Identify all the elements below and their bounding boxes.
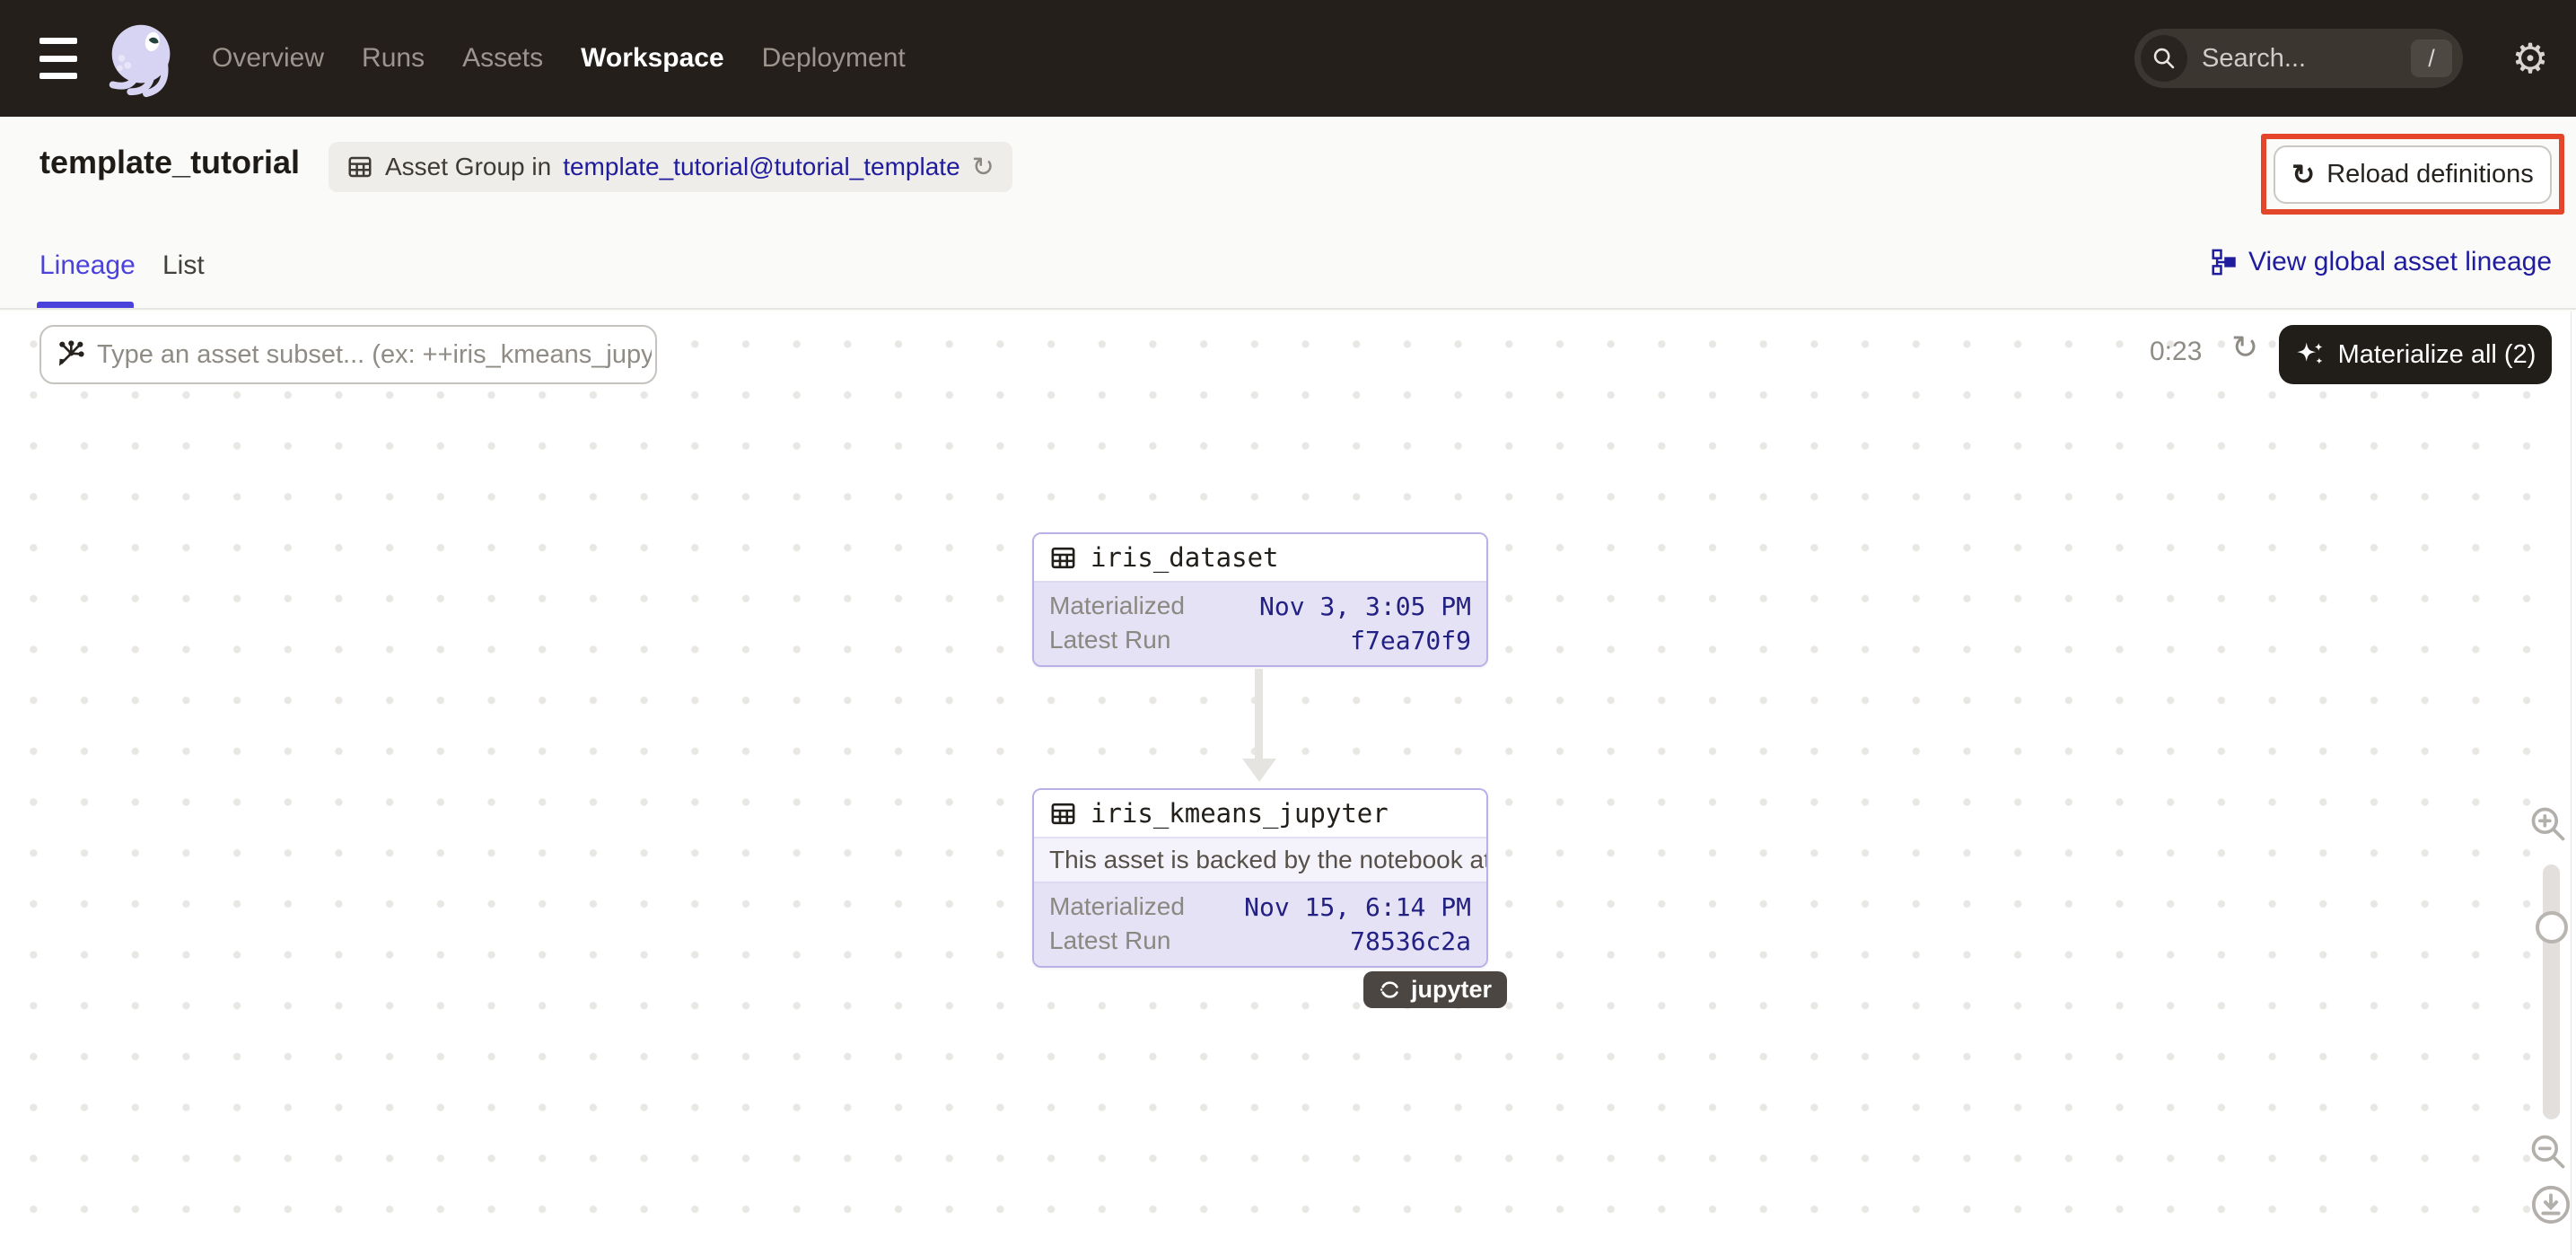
- tab-list[interactable]: List: [162, 250, 205, 281]
- nav-runs[interactable]: Runs: [362, 43, 425, 74]
- materialized-row: Materialized Nov 15, 6:14 PM: [1049, 890, 1471, 924]
- menu-icon[interactable]: [39, 38, 77, 79]
- search-icon: [2141, 35, 2187, 82]
- lineage-edge-arrowhead: [1242, 759, 1276, 782]
- asset-group-link[interactable]: template_tutorial@tutorial_template: [563, 153, 959, 181]
- tab-bar: Lineage List View global asset lineage: [0, 220, 2576, 310]
- zoom-slider-track[interactable]: [2543, 864, 2560, 1119]
- run-id-link[interactable]: f7ea70f9: [1350, 626, 1471, 655]
- view-global-asset-lineage-link[interactable]: View global asset lineage: [2210, 247, 2552, 277]
- search-input[interactable]: /: [2134, 29, 2463, 88]
- jupyter-icon: [1379, 979, 1401, 1001]
- dagster-logo-icon[interactable]: [99, 14, 187, 102]
- primary-nav: Overview Runs Assets Workspace Deploymen…: [212, 0, 906, 117]
- settings-gear-icon[interactable]: ⚙: [2508, 36, 2553, 81]
- scrollbar-track[interactable]: [2571, 312, 2576, 1255]
- search-field[interactable]: [2187, 44, 2411, 74]
- materialize-all-button[interactable]: Materialize all (2): [2279, 325, 2552, 384]
- materialized-timestamp[interactable]: Nov 3, 3:05 PM: [1259, 592, 1471, 621]
- sparkle-icon: [2295, 339, 2326, 370]
- asset-name: iris_kmeans_jupyter: [1091, 798, 1389, 829]
- page-title: template_tutorial: [39, 144, 300, 181]
- asset-group-icon: [346, 154, 373, 180]
- badge-reload-icon[interactable]: ↻: [972, 152, 994, 183]
- reload-icon: ↻: [2291, 161, 2315, 189]
- search-shortcut-badge: /: [2411, 39, 2452, 77]
- asset-description: This asset is backed by the notebook at …: [1034, 837, 1486, 882]
- nav-overview[interactable]: Overview: [212, 43, 324, 74]
- asset-group-badge: Asset Group in template_tutorial@tutoria…: [329, 142, 1012, 192]
- nav-assets[interactable]: Assets: [462, 43, 543, 74]
- zoom-in-icon[interactable]: [2528, 804, 2568, 844]
- zoom-out-icon[interactable]: [2528, 1132, 2568, 1172]
- table-icon: [1049, 800, 1077, 828]
- compute-kind-tag-jupyter[interactable]: jupyter: [1363, 971, 1507, 1008]
- latest-run-row: Latest Run 78536c2a: [1049, 924, 1471, 958]
- asset-subset-filter[interactable]: [39, 325, 657, 384]
- tab-lineage[interactable]: Lineage: [39, 250, 136, 281]
- refresh-timer: 0:23: [2150, 337, 2212, 367]
- op-selector-icon: [56, 340, 84, 369]
- asset-name: iris_dataset: [1091, 542, 1279, 573]
- table-icon: [1049, 544, 1077, 572]
- lineage-canvas[interactable]: 0:23 ↻ Materialize all (2) iris_dataset: [0, 312, 2572, 1255]
- materialized-row: Materialized Nov 3, 3:05 PM: [1049, 589, 1471, 623]
- download-image-icon[interactable]: [2530, 1184, 2572, 1225]
- asset-node-iris-kmeans-jupyter[interactable]: iris_kmeans_jupyter This asset is backed…: [1032, 788, 1488, 968]
- latest-run-row: Latest Run f7ea70f9: [1049, 623, 1471, 657]
- dagster-workspace-page: Overview Runs Assets Workspace Deploymen…: [0, 0, 2576, 1255]
- zoom-slider-handle[interactable]: [2536, 911, 2568, 943]
- lineage-graph-icon: [2210, 249, 2237, 276]
- asset-node-iris-dataset[interactable]: iris_dataset Materialized Nov 3, 3:05 PM…: [1032, 532, 1488, 667]
- reload-definitions-button[interactable]: ↻ Reload definitions: [2274, 145, 2552, 204]
- top-navigation-bar: Overview Runs Assets Workspace Deploymen…: [0, 0, 2576, 117]
- lineage-edge: [1255, 669, 1263, 760]
- nav-deployment[interactable]: Deployment: [762, 43, 906, 74]
- materialized-timestamp[interactable]: Nov 15, 6:14 PM: [1244, 892, 1471, 922]
- active-tab-indicator: [37, 302, 134, 308]
- run-id-link[interactable]: 78536c2a: [1350, 926, 1471, 956]
- asset-subset-input[interactable]: [84, 340, 655, 370]
- asset-group-prefix: Asset Group in: [385, 153, 551, 181]
- refresh-icon[interactable]: ↻: [2231, 331, 2258, 364]
- nav-workspace[interactable]: Workspace: [581, 43, 724, 74]
